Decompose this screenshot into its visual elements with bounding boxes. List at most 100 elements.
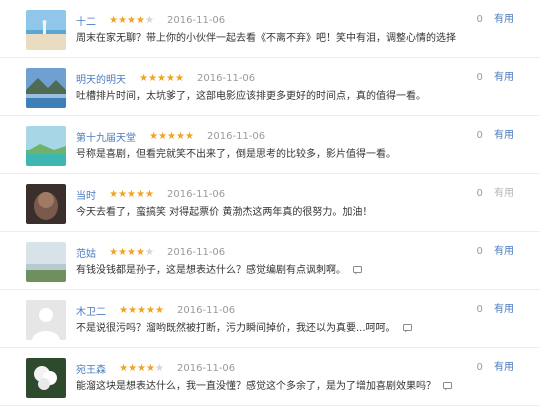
star-filled-icon: ★ <box>127 189 136 200</box>
comment-text: 不是说很污吗？溜哟既然被打断，污力瞬间掉价，我还以为真要...呵呵。 <box>76 319 470 334</box>
username[interactable]: 当时 <box>76 187 96 202</box>
star-filled-icon: ★ <box>127 247 136 258</box>
useful-count: 0 <box>476 188 483 199</box>
star-filled-icon: ★ <box>137 305 146 316</box>
useful-vote[interactable]: 0 有用 <box>476 242 514 257</box>
star-filled-icon: ★ <box>136 15 145 26</box>
useful-button[interactable]: 有用 <box>494 14 514 25</box>
avatar[interactable] <box>26 184 66 224</box>
star-filled-icon: ★ <box>109 247 119 258</box>
star-filled-icon: ★ <box>166 73 175 84</box>
star-filled-icon: ★ <box>118 15 128 26</box>
star-filled-icon: ★ <box>137 363 146 374</box>
reply-icon[interactable] <box>353 265 363 275</box>
comment-body: 周末在家无聊？带上你的小伙伴一起去看《不离不弃》吧！笑中有泪，调整心情的选择 <box>76 33 456 44</box>
useful-vote[interactable]: 0 有用 <box>476 300 514 315</box>
rating-stars: ★★★★★ <box>139 73 184 84</box>
rating-stars: ★★★★★ <box>119 363 164 374</box>
avatar[interactable] <box>26 10 66 50</box>
comment-list: 十二 ★★★★★ 2016-11-06 周末在家无聊？带上你的小伙伴一起去看《不… <box>0 0 540 408</box>
star-filled-icon: ★ <box>109 189 119 200</box>
comment-item: 第十九届天堂 ★★★★★ 2016-11-06 号称是喜剧，但看完就笑不出来了，… <box>0 116 540 174</box>
comment-item: 明天的明天 ★★★★★ 2016-11-06 吐槽排片时间，太坑爹了，这部电影应… <box>0 58 540 116</box>
comment-meta: 第十九届天堂 ★★★★★ 2016-11-06 <box>76 126 266 144</box>
star-filled-icon: ★ <box>148 73 158 84</box>
useful-button[interactable]: 有用 <box>494 188 514 199</box>
useful-vote[interactable]: 0 有用 <box>476 184 514 199</box>
star-filled-icon: ★ <box>119 305 129 316</box>
star-filled-icon: ★ <box>127 15 136 26</box>
star-filled-icon: ★ <box>128 363 138 374</box>
star-filled-icon: ★ <box>119 363 129 374</box>
useful-button[interactable]: 有用 <box>494 72 514 83</box>
comment-item: 范姑 ★★★★★ 2016-11-06 有钱没钱都是孙子，这是想表达什么？感觉编… <box>0 232 540 290</box>
star-filled-icon: ★ <box>128 305 138 316</box>
comment-date: 2016-11-06 <box>207 131 266 142</box>
comment-item: 宛王森 ★★★★★ 2016-11-06 能溜这块是想表达什么，我一直没懂？感觉… <box>0 348 540 406</box>
useful-vote[interactable]: 0 有用 <box>476 10 514 25</box>
username[interactable]: 宛王森 <box>76 361 106 376</box>
star-filled-icon: ★ <box>109 15 119 26</box>
comment-body: 不是说很污吗？溜哟既然被打断，污力瞬间掉价，我还以为真要...呵呵。 <box>76 323 396 334</box>
useful-button[interactable]: 有用 <box>494 130 514 141</box>
username[interactable]: 第十九届天堂 <box>76 129 136 144</box>
username[interactable]: 木卫二 <box>76 303 106 318</box>
comment-text: 有钱没钱都是孙子，这是想表达什么？感觉编剧有点讽刺啊。 <box>76 261 470 276</box>
useful-vote[interactable]: 0 有用 <box>476 126 514 141</box>
star-empty-icon: ★ <box>154 363 164 374</box>
reply-icon[interactable] <box>402 323 412 333</box>
rating-stars: ★★★★★ <box>109 15 154 26</box>
comment-text: 今天去看了，蛮搞笑 对得起票价 黄渤杰这两年真的很努力。加油！ <box>76 203 470 218</box>
useful-button[interactable]: 有用 <box>494 362 514 373</box>
star-filled-icon: ★ <box>157 73 166 84</box>
rating-stars: ★★★★★ <box>109 247 154 258</box>
star-filled-icon: ★ <box>176 131 185 142</box>
comment-meta: 十二 ★★★★★ 2016-11-06 <box>76 10 226 28</box>
rating-stars: ★★★★★ <box>109 189 154 200</box>
comment-date: 2016-11-06 <box>167 15 226 26</box>
comment-body: 有钱没钱都是孙子，这是想表达什么？感觉编剧有点讽刺啊。 <box>76 265 346 276</box>
useful-button[interactable]: 有用 <box>494 246 514 257</box>
useful-count: 0 <box>476 14 483 25</box>
useful-vote[interactable]: 0 有用 <box>476 68 514 83</box>
useful-count: 0 <box>476 362 483 373</box>
avatar[interactable] <box>26 68 66 108</box>
star-filled-icon: ★ <box>139 73 149 84</box>
star-filled-icon: ★ <box>118 247 128 258</box>
star-filled-icon: ★ <box>174 73 184 84</box>
comment-meta: 明天的明天 ★★★★★ 2016-11-06 <box>76 68 256 86</box>
useful-vote[interactable]: 0 有用 <box>476 358 514 373</box>
comment-meta: 宛王森 ★★★★★ 2016-11-06 <box>76 358 236 376</box>
comment-body: 吐槽排片时间，太坑爹了，这部电影应该排更多更好的时间点，真的值得一看。 <box>76 91 426 102</box>
star-filled-icon: ★ <box>154 305 164 316</box>
avatar[interactable] <box>26 126 66 166</box>
comment-date: 2016-11-06 <box>167 247 226 258</box>
avatar[interactable] <box>26 300 66 340</box>
username[interactable]: 范姑 <box>76 245 96 260</box>
comment-text: 周末在家无聊？带上你的小伙伴一起去看《不离不弃》吧！笑中有泪，调整心情的选择 <box>76 29 470 44</box>
rating-stars: ★★★★★ <box>149 131 194 142</box>
comment-meta: 当时 ★★★★★ 2016-11-06 <box>76 184 225 202</box>
comment-date: 2016-11-06 <box>197 73 256 84</box>
star-filled-icon: ★ <box>136 189 145 200</box>
comment-meta: 木卫二 ★★★★★ 2016-11-06 <box>76 300 236 318</box>
username[interactable]: 明天的明天 <box>76 71 126 86</box>
comment-text: 吐槽排片时间，太坑爹了，这部电影应该排更多更好的时间点，真的值得一看。 <box>76 87 470 102</box>
comment-item: 木卫二 ★★★★★ 2016-11-06 不是说很污吗？溜哟既然被打断，污力瞬间… <box>0 290 540 348</box>
reply-icon[interactable] <box>443 381 453 391</box>
useful-button[interactable]: 有用 <box>494 304 514 315</box>
comment-date: 2016-11-06 <box>177 305 236 316</box>
star-empty-icon: ★ <box>144 15 154 26</box>
star-filled-icon: ★ <box>167 131 176 142</box>
avatar[interactable] <box>26 358 66 398</box>
star-filled-icon: ★ <box>184 131 194 142</box>
useful-count: 0 <box>476 130 483 141</box>
avatar[interactable] <box>26 242 66 282</box>
username[interactable]: 十二 <box>76 13 96 28</box>
comment-text: 能溜这块是想表达什么，我一直没懂？感觉这个多余了，是为了增加喜剧效果吗？ <box>76 377 470 392</box>
comment-date: 2016-11-06 <box>177 363 236 374</box>
useful-count: 0 <box>476 246 483 257</box>
comment-text: 号称是喜剧，但看完就笑不出来了，倒是思考的比较多，影片值得一看。 <box>76 145 470 160</box>
useful-count: 0 <box>476 72 483 83</box>
star-filled-icon: ★ <box>146 305 155 316</box>
